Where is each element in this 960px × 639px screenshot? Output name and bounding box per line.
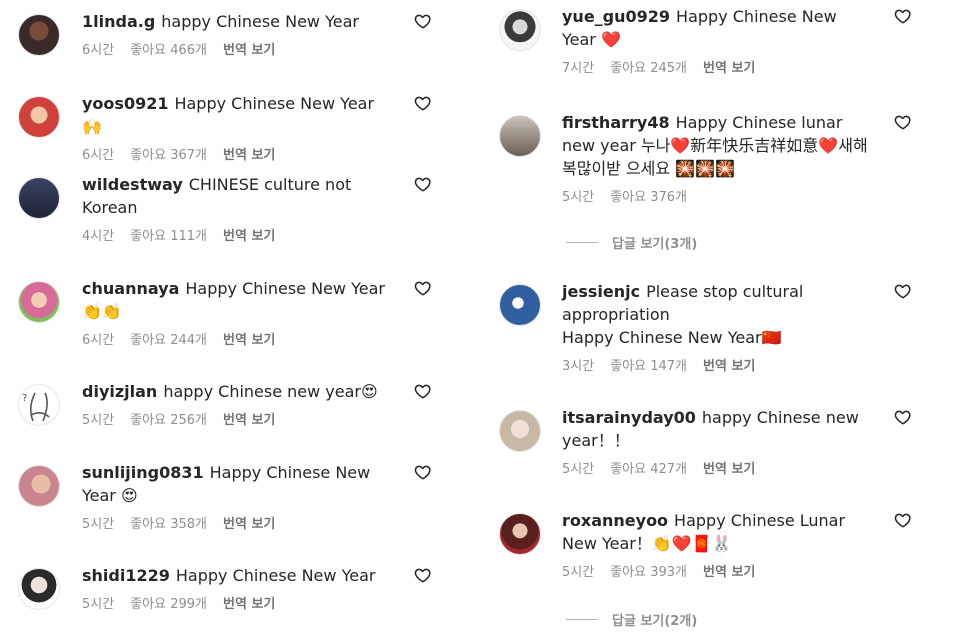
translate-button[interactable]: 번역 보기	[703, 561, 755, 584]
comment-likes[interactable]: 좋아요 299개	[130, 593, 207, 616]
comment-likes[interactable]: 좋아요 111개	[130, 225, 207, 248]
comment-time: 5시간	[82, 413, 115, 428]
avatar[interactable]	[18, 96, 60, 138]
translate-button[interactable]: 번역 보기	[223, 409, 275, 432]
avatar[interactable]	[499, 513, 541, 555]
translate-button[interactable]: 번역 보기	[223, 329, 275, 352]
view-replies-button[interactable]: 답글 보기(2개)	[566, 610, 697, 629]
view-replies-label[interactable]: 답글 보기(2개)	[612, 610, 697, 629]
avatar[interactable]	[499, 115, 541, 157]
translate-button[interactable]: 번역 보기	[703, 355, 755, 378]
comment-time: 6시간	[82, 43, 115, 58]
comment-username[interactable]: 1linda.g	[82, 12, 155, 31]
translate-button[interactable]: 번역 보기	[703, 57, 755, 80]
heart-icon[interactable]	[414, 382, 432, 400]
heart-icon[interactable]	[414, 12, 432, 30]
heart-icon[interactable]	[894, 113, 912, 131]
comment-username[interactable]: yue_gu0929	[562, 7, 670, 26]
avatar[interactable]: ?	[18, 384, 60, 426]
heart-icon[interactable]	[894, 282, 912, 300]
comment-username[interactable]: chuannaya	[82, 279, 179, 298]
divider	[566, 242, 598, 243]
heart-icon[interactable]	[894, 511, 912, 529]
comment-username[interactable]: firstharry48	[562, 113, 670, 132]
comment-username[interactable]: jessienjc	[562, 282, 640, 301]
translate-button[interactable]: 번역 보기	[223, 225, 275, 248]
comment-time: 6시간	[82, 148, 115, 163]
avatar[interactable]	[18, 568, 60, 610]
comment-likes[interactable]: 좋아요 376개	[610, 186, 687, 209]
comment-text: happy Chinese New Year	[161, 12, 359, 31]
view-replies-label[interactable]: 답글 보기(3개)	[612, 233, 697, 252]
comment-username[interactable]: roxanneyoo	[562, 511, 668, 530]
comment-time: 3시간	[562, 359, 595, 374]
comment-time: 5시간	[562, 190, 595, 205]
avatar[interactable]	[499, 410, 541, 452]
comment-likes[interactable]: 좋아요 256개	[130, 409, 207, 432]
comment-time: 5시간	[562, 565, 595, 580]
comment-username[interactable]: wildestway	[82, 175, 183, 194]
bunny-sketch-icon: ?	[22, 392, 50, 422]
heart-icon[interactable]	[414, 279, 432, 297]
comment-time: 4시간	[82, 229, 115, 244]
translate-button[interactable]: 번역 보기	[703, 458, 755, 481]
comment-text: happy Chinese new year😍	[163, 382, 378, 401]
avatar[interactable]	[18, 177, 60, 219]
view-replies-button[interactable]: 답글 보기(3개)	[566, 233, 697, 252]
avatar[interactable]	[18, 281, 60, 323]
heart-icon[interactable]	[414, 175, 432, 193]
comment-username[interactable]: itsarainyday00	[562, 408, 696, 427]
comment-time: 5시간	[82, 517, 115, 532]
svg-text:?: ?	[22, 393, 27, 404]
comment-time: 5시간	[82, 597, 115, 612]
avatar[interactable]	[499, 284, 541, 326]
comment-likes[interactable]: 좋아요 358개	[130, 513, 207, 536]
comment-text: Happy Chinese New Year	[175, 566, 376, 585]
comment-likes[interactable]: 좋아요 427개	[610, 458, 687, 481]
translate-button[interactable]: 번역 보기	[223, 593, 275, 616]
comment-username[interactable]: diyizjlan	[82, 382, 157, 401]
heart-icon[interactable]	[894, 7, 912, 25]
translate-button[interactable]: 번역 보기	[223, 513, 275, 536]
heart-icon[interactable]	[414, 566, 432, 584]
avatar[interactable]	[18, 14, 60, 56]
heart-icon[interactable]	[414, 94, 432, 112]
heart-icon[interactable]	[414, 463, 432, 481]
translate-button[interactable]: 번역 보기	[223, 39, 275, 62]
translate-button[interactable]: 번역 보기	[223, 144, 275, 167]
avatar[interactable]	[499, 9, 541, 51]
comment-time: 5시간	[562, 462, 595, 477]
comment-likes[interactable]: 좋아요 466개	[130, 39, 207, 62]
comment-time: 7시간	[562, 61, 595, 76]
comment-username[interactable]: shidi1229	[82, 566, 170, 585]
comment-likes[interactable]: 좋아요 393개	[610, 561, 687, 584]
heart-icon[interactable]	[894, 408, 912, 426]
comment-likes[interactable]: 좋아요 367개	[130, 144, 207, 167]
comment-username[interactable]: yoos0921	[82, 94, 168, 113]
comment-likes[interactable]: 좋아요 245개	[610, 57, 687, 80]
comment-likes[interactable]: 좋아요 147개	[610, 355, 687, 378]
comment-username[interactable]: sunlijing0831	[82, 463, 204, 482]
comment-time: 6시간	[82, 333, 115, 348]
avatar[interactable]	[18, 465, 60, 507]
divider	[566, 619, 598, 620]
comment-likes[interactable]: 좋아요 244개	[130, 329, 207, 352]
